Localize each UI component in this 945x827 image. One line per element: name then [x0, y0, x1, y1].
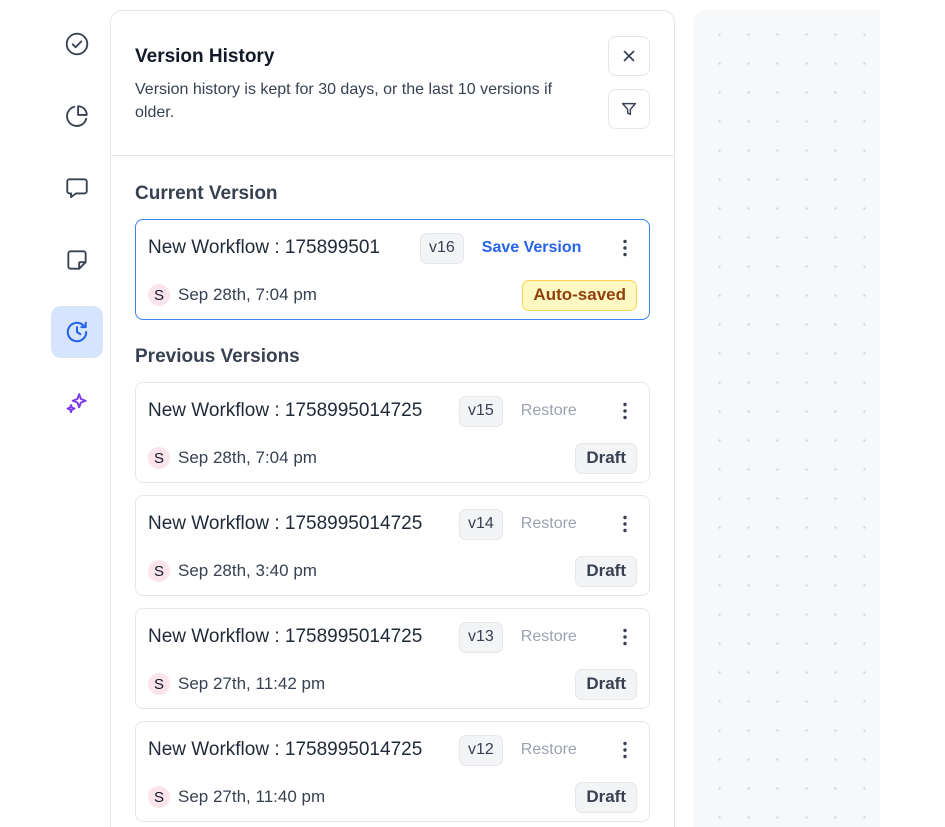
filter-icon: [621, 102, 637, 116]
rail-item-notes[interactable]: [51, 234, 103, 286]
workflow-canvas[interactable]: [693, 10, 880, 827]
more-options-button[interactable]: [613, 623, 637, 651]
previous-versions-heading: Previous Versions: [135, 346, 300, 367]
more-vertical-icon: [623, 628, 627, 646]
sparkles-icon: [66, 393, 87, 414]
restore-button[interactable]: Restore: [521, 402, 577, 420]
panel-title: Version History: [135, 46, 275, 67]
check-circle-icon: [65, 32, 89, 56]
current-version-heading: Current Version: [135, 183, 278, 204]
rail-item-history[interactable]: [51, 306, 103, 358]
status-badge: Draft: [575, 555, 637, 587]
version-badge: v13: [459, 621, 503, 653]
card-footer: S Sep 28th, 7:04 pm Auto-saved: [148, 279, 637, 311]
card-footer: S Sep 27th, 11:40 pm Draft: [148, 781, 637, 813]
more-vertical-icon: [623, 239, 627, 257]
workflow-name: New Workflow : 1758995014725: [148, 400, 423, 421]
sticky-note-icon: [67, 250, 87, 270]
comment-icon: [66, 178, 88, 199]
current-version-card[interactable]: New Workflow : 175899501 v16 Save Versio…: [135, 219, 650, 320]
version-card[interactable]: New Workflow : 1758995014725 v13 Restore…: [135, 608, 650, 709]
card-header: New Workflow : 1758995014725 v14 Restore: [148, 508, 637, 540]
card-footer: S Sep 28th, 3:40 pm Draft: [148, 555, 637, 587]
version-card[interactable]: New Workflow : 1758995014725 v14 Restore…: [135, 495, 650, 596]
more-vertical-icon: [623, 741, 627, 759]
workflow-name: New Workflow : 1758995014725: [148, 513, 423, 534]
status-badge: Auto-saved: [522, 279, 637, 311]
avatar: S: [148, 447, 170, 469]
panel-header: Version History Version history is kept …: [111, 11, 674, 156]
panel-description: Version history is kept for 30 days, or …: [135, 81, 553, 121]
pie-chart-icon: [66, 105, 88, 127]
version-date: Sep 27th, 11:42 pm: [178, 674, 326, 693]
version-date: Sep 28th, 7:04 pm: [178, 448, 317, 467]
card-footer: S Sep 28th, 7:04 pm Draft: [148, 442, 637, 474]
save-version-button[interactable]: Save Version: [482, 239, 582, 257]
app-root: Version History Version history is kept …: [0, 0, 945, 827]
rail-item-comments[interactable]: [51, 162, 103, 214]
rail-item-ai[interactable]: [51, 378, 103, 430]
version-date: Sep 28th, 3:40 pm: [178, 561, 317, 580]
workflow-name: New Workflow : 1758995014725: [148, 739, 423, 760]
workflow-name: New Workflow : 175899501: [148, 237, 380, 258]
card-footer: S Sep 27th, 11:42 pm Draft: [148, 668, 637, 700]
more-vertical-icon: [623, 402, 627, 420]
rail-item-analytics[interactable]: [51, 90, 103, 142]
card-header: New Workflow : 175899501 v16 Save Versio…: [148, 232, 637, 264]
filter-button[interactable]: [608, 89, 650, 129]
avatar: S: [148, 786, 170, 808]
more-vertical-icon: [623, 515, 627, 533]
version-date: Sep 28th, 7:04 pm: [178, 285, 317, 304]
icon-rail: [50, 18, 104, 450]
version-date: Sep 27th, 11:40 pm: [178, 787, 326, 806]
status-badge: Draft: [575, 781, 637, 813]
avatar: S: [148, 673, 170, 695]
more-options-button[interactable]: [613, 736, 637, 764]
close-button[interactable]: [608, 36, 650, 76]
close-icon: [623, 50, 635, 62]
rail-item-checks[interactable]: [51, 18, 103, 70]
more-options-button[interactable]: [613, 234, 637, 262]
avatar: S: [148, 560, 170, 582]
version-badge: v15: [459, 395, 503, 427]
status-badge: Draft: [575, 442, 637, 474]
workflow-name: New Workflow : 1758995014725: [148, 626, 423, 647]
avatar: S: [148, 284, 170, 306]
restore-button[interactable]: Restore: [521, 741, 577, 759]
card-header: New Workflow : 1758995014725 v13 Restore: [148, 621, 637, 653]
version-badge: v14: [459, 508, 503, 540]
version-badge: v12: [459, 734, 503, 766]
version-card[interactable]: New Workflow : 1758995014725 v12 Restore…: [135, 721, 650, 822]
restore-button[interactable]: Restore: [521, 515, 577, 533]
version-history-panel: Version History Version history is kept …: [110, 10, 675, 827]
more-options-button[interactable]: [613, 397, 637, 425]
version-card[interactable]: New Workflow : 1758995014725 v15 Restore…: [135, 382, 650, 483]
history-icon: [66, 321, 88, 343]
version-badge: v16: [420, 232, 464, 264]
status-badge: Draft: [575, 668, 637, 700]
card-header: New Workflow : 1758995014725 v12 Restore: [148, 734, 637, 766]
restore-button[interactable]: Restore: [521, 628, 577, 646]
card-header: New Workflow : 1758995014725 v15 Restore: [148, 395, 637, 427]
panel-body: Current Version New Workflow : 175899501…: [111, 183, 674, 822]
more-options-button[interactable]: [613, 510, 637, 538]
